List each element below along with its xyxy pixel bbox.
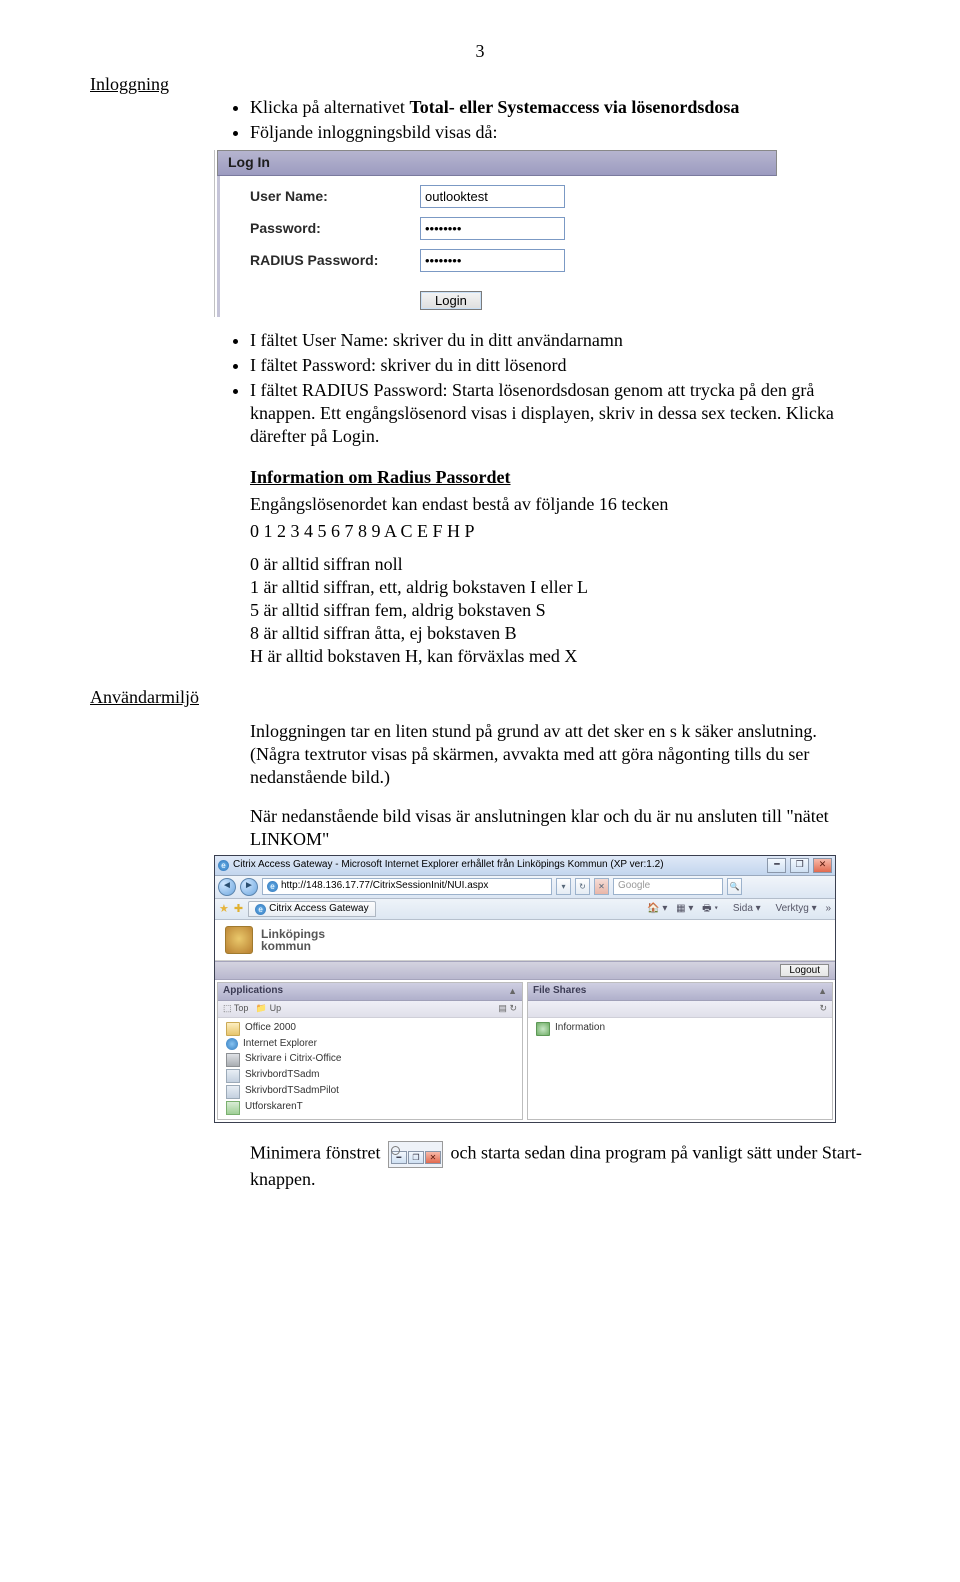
- linkoping-logo-icon: [225, 926, 253, 954]
- chevron-icon[interactable]: »: [825, 903, 831, 914]
- label-password: Password:: [250, 220, 420, 238]
- folder-icon: [226, 1022, 240, 1036]
- brand-text: Linköpingskommun: [261, 928, 325, 952]
- bullet-text: Klicka på alternativet Total- eller Syst…: [250, 97, 739, 117]
- radius-info-line1: Engångslösenordet kan endast bestå av fö…: [250, 493, 870, 516]
- bullet-item: Klicka på alternativet Total- eller Syst…: [250, 96, 870, 119]
- minimize-icon: ━: [391, 1151, 407, 1164]
- tab-title: Citrix Access Gateway: [269, 903, 368, 916]
- url-text: http://148.136.17.77/CitrixSessionInit/N…: [281, 880, 488, 893]
- citrix-screenshot: e Citrix Access Gateway - Microsoft Inte…: [214, 855, 836, 1123]
- login-button[interactable]: Login: [420, 291, 482, 310]
- refresh-button[interactable]: ↻: [575, 878, 590, 895]
- feeds-icon[interactable]: ▦ ▾: [676, 903, 693, 914]
- desktop-icon: [226, 1085, 240, 1099]
- radius-note: 5 är alltid siffran fem, aldrig bokstave…: [250, 599, 870, 622]
- applications-panel-title: Applications: [223, 985, 283, 998]
- radius-note: H är alltid bokstaven H, kan förväxlas m…: [250, 645, 870, 668]
- bullet-item: I fältet Password: skriver du in ditt lö…: [250, 354, 870, 377]
- back-button[interactable]: ◄: [218, 878, 236, 896]
- fileshares-list: Information: [528, 1018, 832, 1040]
- stop-button[interactable]: ✕: [594, 878, 609, 895]
- printer-icon: [226, 1053, 240, 1067]
- bullet-item: I fältet User Name: skriver du in ditt a…: [250, 329, 870, 352]
- add-favorite-icon[interactable]: ✚: [234, 902, 243, 916]
- window-title: Citrix Access Gateway - Microsoft Intern…: [233, 859, 664, 872]
- top-link[interactable]: ⬚ Top: [223, 1003, 248, 1013]
- favorites-star-icon[interactable]: ★: [219, 902, 229, 916]
- tab-icon: e: [255, 904, 266, 915]
- fileshare-item[interactable]: Information: [528, 1021, 832, 1037]
- search-box[interactable]: Google: [613, 878, 723, 895]
- address-bar[interactable]: e http://148.136.17.77/CitrixSessionInit…: [262, 878, 552, 895]
- heading-radius-info: Information om Radius Passordet: [250, 466, 870, 489]
- ie-icon: e: [218, 860, 229, 871]
- desktop-icon: [226, 1069, 240, 1083]
- page-number: 3: [90, 40, 870, 63]
- password-input[interactable]: [420, 217, 565, 240]
- view-icon[interactable]: ▤: [498, 1003, 507, 1013]
- footer-text-pre: Minimera fönstret: [250, 1142, 385, 1162]
- minimize-button[interactable]: ━: [767, 858, 786, 873]
- address-dropdown[interactable]: ▾: [556, 878, 571, 895]
- refresh-panel-icon[interactable]: ↻: [819, 1003, 827, 1015]
- app-icon: [226, 1101, 240, 1115]
- app-item[interactable]: SkrivbordTSadm: [218, 1068, 522, 1084]
- up-link[interactable]: 📁 Up: [256, 1003, 281, 1013]
- applications-list: Office 2000 Internet Explorer Skrivare i…: [218, 1018, 522, 1119]
- radius-note: 8 är alltid siffran åtta, ej bokstaven B: [250, 622, 870, 645]
- app-item[interactable]: Internet Explorer: [218, 1037, 522, 1052]
- label-radius-password: RADIUS Password:: [250, 252, 420, 270]
- footer-paragraph: Minimera fönstret ━ ❐ ✕ och starta sedan…: [250, 1141, 870, 1191]
- label-username: User Name:: [250, 188, 420, 206]
- maximize-icon: ❐: [408, 1151, 424, 1164]
- radius-note: 0 är alltid siffran noll: [250, 553, 870, 576]
- fileshares-panel: File Shares ▲ ↻ Information: [527, 982, 833, 1119]
- login-title-bar: Log In: [217, 150, 777, 176]
- radius-info-line2: 0 1 2 3 4 5 6 7 8 9 A C E F H P: [250, 520, 870, 543]
- heading-inloggning: Inloggning: [90, 73, 870, 96]
- forward-button[interactable]: ►: [240, 878, 258, 896]
- app-item[interactable]: Skrivare i Citrix-Office: [218, 1052, 522, 1068]
- maximize-button[interactable]: ❐: [790, 858, 809, 873]
- heading-anvandarmiljo: Användarmiljö: [90, 686, 870, 709]
- bullet-item: Följande inloggningsbild visas då:: [250, 121, 870, 144]
- close-icon: ✕: [425, 1151, 441, 1164]
- username-input[interactable]: [420, 185, 565, 208]
- bullet-list-1: Klicka på alternativet Total- eller Syst…: [90, 96, 870, 144]
- env-paragraph-2: När nedanstående bild visas är anslutnin…: [250, 805, 870, 851]
- browser-tab[interactable]: e Citrix Access Gateway: [248, 901, 375, 918]
- page-menu[interactable]: Sida ▾: [727, 903, 761, 914]
- panel-collapse-icon[interactable]: ▲: [508, 986, 517, 998]
- radius-notes: 0 är alltid siffran noll 1 är alltid sif…: [250, 553, 870, 668]
- window-control-icon: ━ ❐ ✕: [388, 1141, 443, 1168]
- app-item[interactable]: SkrivbordTSadmPilot: [218, 1084, 522, 1100]
- home-icon[interactable]: 🏠 ▾: [647, 903, 667, 914]
- ie-url-icon: e: [267, 881, 278, 892]
- applications-panel: Applications ▲ ⬚ Top 📁 Up ▤ ↻ Office: [217, 982, 523, 1119]
- close-button[interactable]: ✕: [813, 858, 832, 873]
- login-screenshot: Log In User Name: Password: RADIUS Passw…: [214, 150, 777, 317]
- radius-password-input[interactable]: [420, 249, 565, 272]
- brand-row: Linköpingskommun: [215, 920, 835, 961]
- address-bar-row: ◄ ► e http://148.136.17.77/CitrixSession…: [215, 876, 835, 899]
- print-icon[interactable]: 🖶 ▾: [702, 903, 718, 914]
- app-item[interactable]: Office 2000: [218, 1021, 522, 1037]
- radius-note: 1 är alltid siffran, ett, aldrig bokstav…: [250, 576, 870, 599]
- search-dropdown[interactable]: 🔍: [727, 878, 742, 895]
- tools-menu[interactable]: Verktyg ▾: [769, 903, 816, 914]
- bullet-item: I fältet RADIUS Password: Starta lösenor…: [250, 379, 870, 448]
- refresh-panel-icon[interactable]: ↻: [509, 1003, 517, 1013]
- env-paragraph-1: Inloggningen tar en liten stund på grund…: [250, 720, 870, 789]
- info-icon: [536, 1022, 550, 1036]
- ie-app-icon: [226, 1038, 238, 1050]
- bullet-list-2: I fältet User Name: skriver du in ditt a…: [90, 329, 870, 448]
- fileshares-panel-title: File Shares: [533, 985, 586, 998]
- window-titlebar: e Citrix Access Gateway - Microsoft Inte…: [215, 856, 835, 876]
- logout-button[interactable]: Logout: [780, 964, 829, 977]
- panel-collapse-icon[interactable]: ▲: [818, 986, 827, 998]
- browser-toolbar: ★ ✚ e Citrix Access Gateway 🏠 ▾ ▦ ▾ 🖶 ▾ …: [215, 899, 835, 921]
- app-item[interactable]: UtforskarenT: [218, 1100, 522, 1116]
